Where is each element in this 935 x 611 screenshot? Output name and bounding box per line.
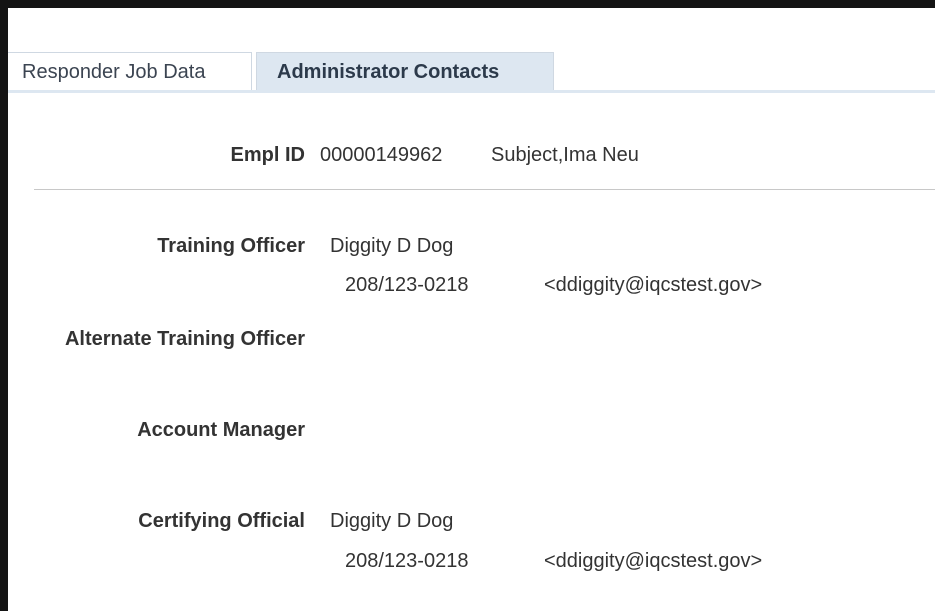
alternate-training-officer-label: Alternate Training Officer (64, 328, 305, 350)
empl-id-value: 00000149962 (320, 144, 443, 166)
tab-bar: Responder Job Data Administrator Contact… (8, 52, 935, 94)
tab-responder-job-data[interactable]: Responder Job Data (8, 52, 252, 90)
window-frame-left (0, 0, 8, 611)
account-manager-label: Account Manager (137, 419, 305, 441)
section-divider (34, 189, 935, 190)
training-officer-email: <ddiggity@iqcstest.gov> (544, 274, 763, 296)
empl-id-label: Empl ID (230, 144, 305, 166)
window-frame-top (0, 0, 935, 8)
tab-bar-underline (8, 90, 935, 93)
certifying-official-label: Certifying Official (138, 510, 305, 532)
employee-name: Subject,Ima Neu (491, 144, 639, 166)
certifying-official-email: <ddiggity@iqcstest.gov> (544, 550, 763, 572)
training-officer-name: Diggity D Dog (330, 235, 454, 257)
tab-administrator-contacts[interactable]: Administrator Contacts (256, 52, 554, 93)
certifying-official-phone: 208/123-0218 (345, 550, 469, 572)
training-officer-label: Training Officer (157, 235, 305, 257)
certifying-official-name: Diggity D Dog (330, 510, 454, 532)
training-officer-phone: 208/123-0218 (345, 274, 469, 296)
